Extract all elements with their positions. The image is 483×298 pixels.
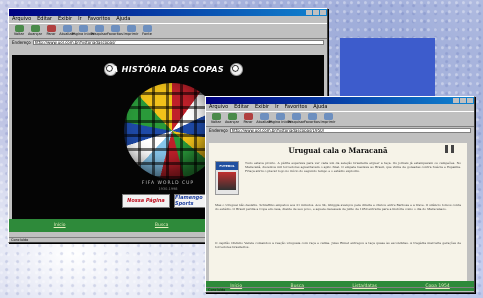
back-button[interactable]: Voltar bbox=[209, 113, 223, 125]
print-button[interactable]: Imprimir bbox=[321, 113, 335, 125]
minimize-button[interactable] bbox=[306, 10, 312, 15]
menu-ajuda[interactable]: Ajuda bbox=[313, 104, 327, 111]
search-button[interactable]: Pesquisar bbox=[288, 113, 304, 125]
menu-arquivo[interactable]: Arquivo bbox=[12, 16, 31, 23]
home-icon bbox=[78, 25, 88, 32]
search-button[interactable]: Pesquisar bbox=[91, 25, 107, 37]
back-button[interactable]: Voltar bbox=[12, 25, 26, 37]
menu-favoritos[interactable]: Favoritos bbox=[285, 104, 308, 111]
refresh-icon bbox=[62, 25, 72, 32]
home-button[interactable]: Página inicial bbox=[269, 113, 291, 125]
menu-arquivo[interactable]: Arquivo bbox=[209, 104, 228, 111]
address-label: Endereço bbox=[12, 40, 31, 45]
printer-icon bbox=[323, 113, 333, 120]
forward-icon bbox=[227, 113, 237, 120]
maximize-button[interactable] bbox=[313, 10, 319, 15]
address-input[interactable]: http://www.uol.com.br/historiadascopas/ bbox=[32, 40, 324, 45]
menu-ir[interactable]: Ir bbox=[275, 104, 279, 111]
printer-icon bbox=[126, 25, 136, 32]
search-icon bbox=[94, 25, 104, 32]
menu-exibir[interactable]: Exibir bbox=[255, 104, 269, 111]
title-bar[interactable] bbox=[206, 97, 474, 104]
toolbar: Voltar Avançar Parar Atualizar Página in… bbox=[9, 23, 327, 39]
stop-icon bbox=[243, 113, 253, 120]
title-bar[interactable] bbox=[9, 9, 327, 16]
forward-icon bbox=[30, 25, 40, 32]
menu-ajuda[interactable]: Ajuda bbox=[116, 16, 130, 23]
star-icon bbox=[307, 113, 317, 120]
menu-editar[interactable]: Editar bbox=[37, 16, 52, 23]
address-bar: Endereço http://www.uol.com.br/historiad… bbox=[9, 39, 327, 46]
article-paragraph: Mas o Uruguai não desistiu. Schiaffino e… bbox=[215, 203, 461, 212]
address-input[interactable]: http://www.uol.com.br/historiadascopas/1… bbox=[229, 128, 471, 133]
menu-favoritos[interactable]: Favoritos bbox=[88, 16, 111, 23]
print-button[interactable]: Imprimir bbox=[124, 25, 138, 37]
cover-label: FUTEBOL bbox=[219, 164, 235, 168]
close-button[interactable] bbox=[467, 98, 473, 103]
stop-icon bbox=[46, 25, 56, 32]
star-icon bbox=[110, 25, 120, 32]
back-icon bbox=[14, 25, 24, 32]
menu-editar[interactable]: Editar bbox=[234, 104, 249, 111]
page-content: Uruguai cala o Maracanã FUTEBOL Tudo est… bbox=[209, 143, 467, 283]
menu-bar: Arquivo Editar Exibir Ir Favoritos Ajuda bbox=[206, 104, 474, 111]
status-bar: Concluído bbox=[206, 287, 474, 292]
toolbar: Voltar Avançar Parar Atualizar Página in… bbox=[206, 111, 474, 127]
address-label: Endereço bbox=[209, 128, 228, 133]
stop-button[interactable]: Parar bbox=[44, 25, 58, 37]
search-icon bbox=[291, 113, 301, 120]
site-title: A HISTÓRIA DAS COPAS bbox=[112, 65, 224, 74]
link-inicio[interactable]: Início bbox=[54, 223, 66, 228]
banner-ad-left[interactable]: Nossa Página bbox=[122, 194, 170, 208]
back-icon bbox=[211, 113, 221, 120]
maximize-button[interactable] bbox=[460, 98, 466, 103]
home-button[interactable]: Página inicial bbox=[72, 25, 94, 37]
article-paragraph: Tudo estava pronto. A pátria esperava pa… bbox=[245, 161, 461, 174]
article-paragraph: O capitão Obdulio Varela comandou a reaç… bbox=[215, 241, 461, 250]
stop-button[interactable]: Parar bbox=[241, 113, 255, 125]
font-button[interactable]: Fonte bbox=[140, 25, 154, 37]
bookmark-icon bbox=[451, 145, 454, 153]
menu-exibir[interactable]: Exibir bbox=[58, 16, 72, 23]
minimize-button[interactable] bbox=[453, 98, 459, 103]
menu-bar: Arquivo Editar Exibir Ir Favoritos Ajuda bbox=[9, 16, 327, 23]
favorites-button[interactable]: Favoritos bbox=[304, 113, 320, 125]
home-icon bbox=[275, 113, 285, 120]
close-button[interactable] bbox=[320, 10, 326, 15]
favorites-button[interactable]: Favoritos bbox=[107, 25, 123, 37]
font-icon bbox=[142, 25, 152, 32]
menu-ir[interactable]: Ir bbox=[78, 16, 82, 23]
browser-window-article: Arquivo Editar Exibir Ir Favoritos Ajuda… bbox=[205, 96, 475, 293]
link-busca[interactable]: Busca bbox=[155, 223, 169, 228]
article-title: Uruguai cala o Maracanã bbox=[288, 146, 388, 155]
refresh-icon bbox=[259, 113, 269, 120]
bookmark-icon bbox=[445, 145, 448, 153]
forward-button[interactable]: Avançar bbox=[225, 113, 239, 125]
magazine-cover-image: FUTEBOL bbox=[215, 161, 239, 195]
address-bar: Endereço http://www.uol.com.br/historiad… bbox=[206, 127, 474, 134]
forward-button[interactable]: Avançar bbox=[28, 25, 42, 37]
